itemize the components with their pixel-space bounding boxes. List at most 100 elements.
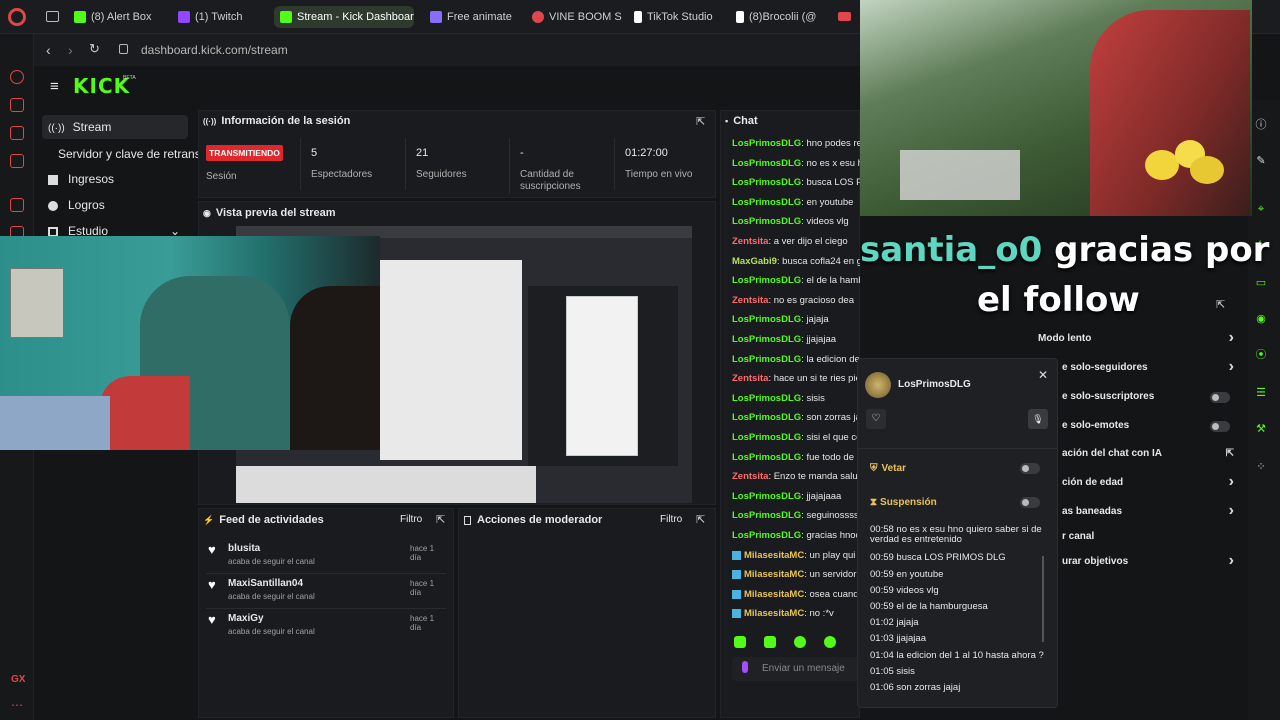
info-icon[interactable]: ⓘ — [1252, 116, 1270, 134]
ban-toggle[interactable] — [1020, 463, 1040, 474]
chat-username[interactable]: MilasesitaMC — [744, 569, 804, 580]
sidebar-app-icon[interactable] — [10, 154, 24, 168]
chat-username[interactable]: MilasesitaMC — [744, 550, 804, 561]
setting-row[interactable]: e solo-emotes — [1062, 420, 1234, 432]
expand-icon[interactable]: ⇱ — [696, 115, 705, 128]
chat-username[interactable]: LosPrimosDLG — [732, 393, 801, 404]
emote-icon[interactable] — [764, 636, 776, 648]
tab-manager-icon[interactable] — [46, 11, 59, 22]
setting-toggle[interactable] — [1210, 421, 1230, 432]
list-icon[interactable]: ☰ — [1252, 384, 1270, 402]
sidebar-app-icon[interactable] — [10, 126, 24, 140]
sidebar-app-icon[interactable] — [10, 98, 24, 112]
activity-user[interactable]: MaxiSantillan04 — [228, 578, 303, 589]
follow-heart-button[interactable]: ♡ — [866, 409, 886, 429]
nav-item-logros[interactable]: Logros — [48, 193, 105, 217]
setting-row[interactable]: Modo lento › — [1038, 329, 1234, 346]
tab-vine-boom[interactable]: VINE BOOM S — [532, 6, 622, 28]
setting-row[interactable]: e solo-suscriptores — [1062, 391, 1234, 403]
edit-icon[interactable]: ✎ — [1252, 152, 1270, 170]
sidebar-more-icon[interactable]: ⋯ — [11, 698, 23, 712]
chat-username[interactable]: LosPrimosDLG — [732, 275, 801, 286]
setting-row[interactable]: urar objetivos › — [1062, 552, 1234, 569]
chat-username[interactable]: Zentsita — [732, 295, 768, 306]
tab-tiktok-studio[interactable]: TikTok Studio — [634, 6, 728, 28]
expand-icon[interactable]: ⇱ — [436, 513, 445, 526]
chat-username[interactable]: LosPrimosDLG — [732, 334, 801, 345]
emote-icon[interactable] — [824, 636, 836, 648]
setting-row[interactable]: as baneadas › — [1062, 502, 1234, 519]
back-icon[interactable]: ‹ — [46, 42, 51, 58]
activity-action: acaba de seguir el canal — [228, 627, 315, 636]
user-card-name[interactable]: LosPrimosDLG — [898, 379, 971, 390]
chat-message: LosPrimosDLG: no es x esu hno c — [732, 158, 860, 169]
youtube-favicon-icon[interactable] — [838, 12, 851, 21]
log-scrollbar[interactable] — [1042, 556, 1044, 642]
activity-user[interactable]: MaxiGy — [228, 613, 264, 624]
chat-username[interactable]: Zentsita — [732, 471, 768, 482]
opera-logo-icon[interactable] — [8, 8, 26, 26]
mute-button[interactable]: 🎙 — [1028, 409, 1048, 429]
chat-username[interactable]: LosPrimosDLG — [732, 177, 801, 188]
setting-row[interactable]: ción de edad › — [1062, 473, 1234, 490]
tab-free-animate[interactable]: Free animate — [430, 6, 520, 28]
emote-icon[interactable] — [794, 636, 806, 648]
microphone-icon[interactable] — [742, 661, 748, 673]
nav-item-server-key[interactable]: Servidor y clave de retransm — [58, 142, 211, 166]
menu-icon[interactable]: ≡ — [50, 78, 59, 95]
tab-brocolii[interactable]: (8)Brocolii (@ — [736, 6, 820, 28]
webcam-chair-red — [100, 376, 190, 450]
moderator-filter-button[interactable]: Filtro — [660, 514, 682, 525]
chat-icon[interactable]: ◉ — [1252, 310, 1270, 328]
setting-toggle[interactable] — [1210, 392, 1230, 403]
emote-icon[interactable] — [734, 636, 746, 648]
nav-item-stream[interactable]: ((·)) Stream — [42, 115, 188, 139]
chat-username[interactable]: MilasesitaMC — [744, 608, 804, 619]
chat-username[interactable]: LosPrimosDLG — [732, 314, 801, 325]
setting-row[interactable]: r canal — [1062, 531, 1234, 542]
reload-icon[interactable]: ↻ — [89, 41, 100, 57]
chat-input[interactable]: Enviar un mensaje — [732, 657, 860, 681]
forward-icon[interactable]: › — [68, 42, 73, 58]
tab-alert-box[interactable]: (8) Alert Box — [74, 6, 170, 28]
nav-item-ingresos[interactable]: Ingresos — [48, 167, 114, 191]
expand-icon[interactable]: ⇱ — [696, 513, 705, 526]
url-input[interactable]: dashboard.kick.com/stream — [141, 43, 288, 57]
sidebar-gx-icon[interactable]: GX — [11, 674, 25, 685]
tab-twitch[interactable]: (1) Twitch — [178, 6, 264, 28]
card-icon[interactable]: ▭ — [1252, 274, 1270, 292]
timeout-toggle[interactable] — [1020, 497, 1040, 508]
chat-message: LosPrimosDLG: jjajajaa — [732, 334, 860, 345]
focus-icon[interactable]: ⌖ — [1252, 200, 1270, 218]
wrench-icon[interactable]: ⚒ — [1252, 420, 1270, 438]
chat-username[interactable]: LosPrimosDLG — [732, 412, 801, 423]
chat-username[interactable]: Zentsita — [732, 236, 768, 247]
popout-icon[interactable]: ⇱ — [1216, 298, 1225, 311]
chat-username[interactable]: LosPrimosDLG — [732, 432, 801, 443]
user-card-divider — [858, 448, 1057, 449]
chat-username[interactable]: MaxGabi9 — [732, 256, 777, 267]
chat-username[interactable]: LosPrimosDLG — [732, 491, 801, 502]
chat-username[interactable]: MilasesitaMC — [744, 589, 804, 600]
chat-username[interactable]: LosPrimosDLG — [732, 354, 801, 365]
chat-username[interactable]: LosPrimosDLG — [732, 158, 801, 169]
kick-logo[interactable]: KICK — [73, 74, 130, 98]
activity-user[interactable]: blusita — [228, 543, 260, 554]
sidebar-twitch-icon[interactable] — [10, 198, 24, 212]
chat-username[interactable]: LosPrimosDLG — [732, 510, 801, 521]
tab-kick-dashboard[interactable]: Stream - Kick Dashboar — [274, 6, 414, 28]
close-icon[interactable]: ✕ — [1038, 368, 1048, 382]
activity-filter-button[interactable]: Filtro — [400, 514, 422, 525]
broadcast-icon: ((·)) — [203, 117, 217, 126]
broadcast-icon[interactable]: ⦿ — [1252, 346, 1270, 364]
chat-username[interactable]: Zentsita — [732, 373, 768, 384]
chat-username[interactable]: LosPrimosDLG — [732, 216, 801, 227]
setting-row[interactable]: ación del chat con IA ⇱ — [1062, 448, 1234, 459]
chat-username[interactable]: LosPrimosDLG — [732, 197, 801, 208]
setting-row[interactable]: e solo-seguidores › — [1062, 358, 1234, 375]
chat-username[interactable]: LosPrimosDLG — [732, 530, 801, 541]
chat-username[interactable]: LosPrimosDLG — [732, 138, 801, 149]
sidebar-app-icon[interactable] — [10, 70, 24, 84]
apps-icon[interactable]: ⁘ — [1252, 458, 1270, 476]
chat-username[interactable]: LosPrimosDLG — [732, 452, 801, 463]
